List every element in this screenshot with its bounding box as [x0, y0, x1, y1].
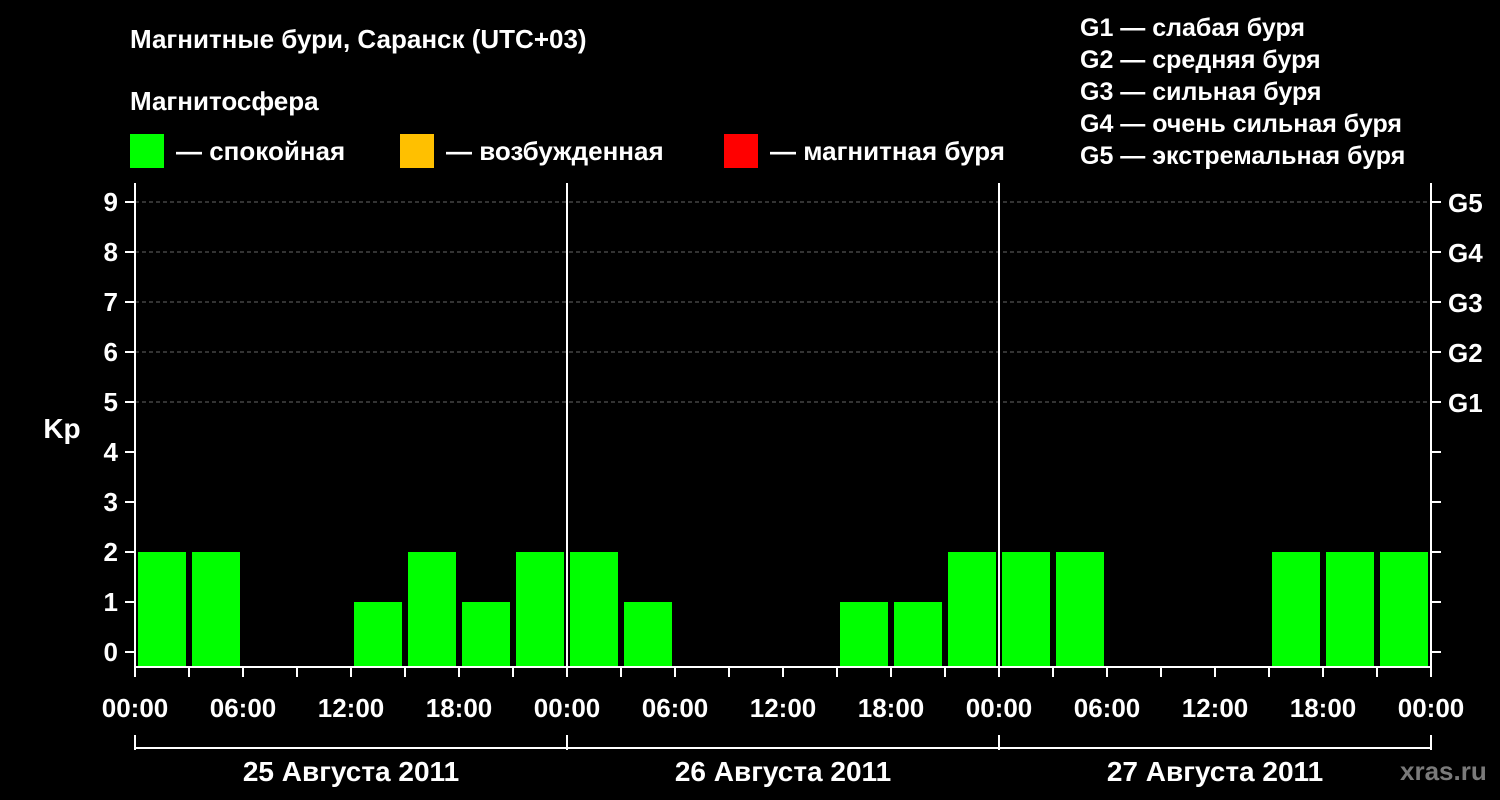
kp-bar: [1380, 552, 1428, 667]
g-level-label: G5: [1448, 188, 1483, 218]
y-axis-label: Kp: [43, 413, 80, 444]
kp-bar: [138, 552, 186, 667]
y-tick-label: 6: [104, 337, 118, 367]
x-tick-label: 18:00: [858, 693, 925, 723]
x-tick-label: 00:00: [1398, 693, 1465, 723]
kp-bar: [1272, 552, 1320, 667]
g-level-label: G1: [1448, 388, 1483, 418]
y-tick-label: 3: [104, 487, 118, 517]
watermark: xras.ru: [1400, 756, 1487, 786]
x-tick-label: 12:00: [1182, 693, 1249, 723]
x-tick-label: 06:00: [1074, 693, 1141, 723]
y-tick-label: 1: [104, 587, 118, 617]
kp-bar: [408, 552, 456, 667]
x-tick-label: 06:00: [642, 693, 709, 723]
kp-bar: [1002, 552, 1050, 667]
g-level-label: G3: [1448, 288, 1483, 318]
x-tick-label: 18:00: [426, 693, 493, 723]
y-tick-label: 9: [104, 187, 118, 217]
x-tick-label: 00:00: [534, 693, 601, 723]
kp-bar: [354, 602, 402, 667]
x-tick-label: 06:00: [210, 693, 277, 723]
y-tick-label: 7: [104, 287, 118, 317]
g-level-label: G2: [1448, 338, 1483, 368]
day-label: 25 Августа 2011: [243, 756, 459, 787]
y-tick-label: 2: [104, 537, 118, 567]
kp-bar: [624, 602, 672, 667]
y-tick-label: 4: [104, 437, 119, 467]
x-tick-label: 12:00: [750, 693, 817, 723]
x-tick-label: 12:00: [318, 693, 385, 723]
y-tick-label: 8: [104, 237, 118, 267]
kp-bar: [1326, 552, 1374, 667]
y-tick-label: 5: [104, 387, 118, 417]
x-tick-label: 00:00: [102, 693, 169, 723]
kp-bar: [1056, 552, 1104, 667]
y-tick-label: 0: [104, 637, 118, 667]
g-level-label: G4: [1448, 238, 1483, 268]
x-tick-label: 18:00: [1290, 693, 1357, 723]
x-tick-label: 00:00: [966, 693, 1033, 723]
kp-bar: [570, 552, 618, 667]
kp-bar: [462, 602, 510, 667]
kp-bar: [192, 552, 240, 667]
kp-bar-chart: 0 1 2 3 4 5 6 7 8 9 G1 G2 G3 G4 G5 Kp 00:00 06:00 12:00 18:…: [43, 183, 1483, 787]
kp-bar: [948, 552, 996, 667]
kp-bar: [840, 602, 888, 667]
kp-bar: [516, 552, 564, 667]
day-label: 26 Августа 2011: [675, 756, 891, 787]
day-label: 27 Августа 2011: [1107, 756, 1323, 787]
kp-bar: [894, 602, 942, 667]
